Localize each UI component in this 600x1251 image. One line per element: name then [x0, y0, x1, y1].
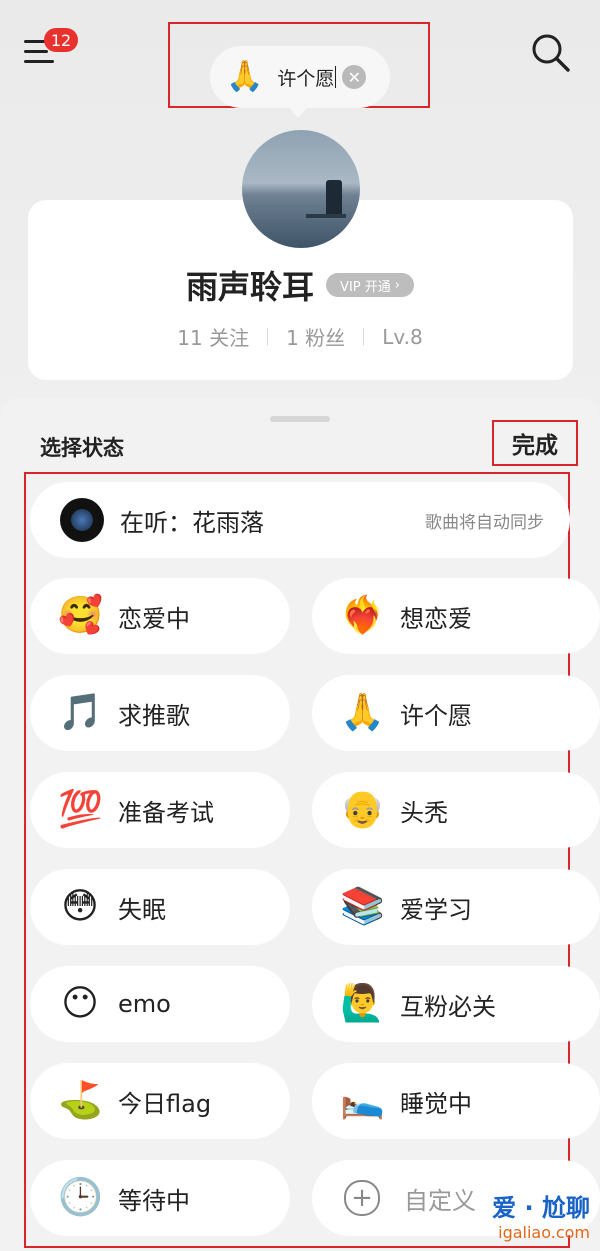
sheet-title: 选择状态: [40, 436, 124, 460]
bubble-tail: [286, 104, 310, 118]
status-item-waiting[interactable]: 🕒 等待中: [30, 1160, 290, 1236]
status-item-sleeping[interactable]: 🛌 睡觉中: [312, 1063, 600, 1139]
status-label: 求推歌: [118, 701, 190, 730]
status-item-make-wish[interactable]: 🙏 许个愿: [312, 675, 600, 751]
now-playing-status[interactable]: 在听：花雨落 歌曲将自动同步: [30, 482, 570, 558]
books-icon: 📚: [340, 886, 385, 927]
followers-count[interactable]: 1 粉丝: [286, 322, 345, 351]
chevron-right-icon: ›: [394, 277, 400, 293]
status-label: 等待中: [118, 1186, 190, 1215]
watermark-title: 爱 · 尬聊: [492, 1194, 590, 1222]
sync-hint: 歌曲将自动同步: [425, 512, 544, 533]
status-item-bald[interactable]: 👴 头秃: [312, 772, 600, 848]
music-note-icon: 🎵: [58, 692, 103, 733]
watermark-url: igaliao.com: [498, 1223, 590, 1242]
flushed-face-icon: 😳: [61, 886, 99, 927]
status-item-follow-back[interactable]: 🙋‍♂️ 互粉必关: [312, 966, 600, 1042]
clock-icon: 🕒: [58, 1177, 103, 1218]
watermark: 爱 · 尬聊 igaliao.com: [440, 1182, 600, 1248]
status-label: 许个愿: [400, 701, 472, 730]
status-item-in-love[interactable]: 🥰 恋爱中: [30, 578, 290, 654]
avatar[interactable]: [242, 130, 360, 248]
raising-hand-icon: 🙋‍♂️: [340, 983, 385, 1024]
pray-icon: 🙏: [340, 692, 385, 733]
status-label: 互粉必关: [400, 992, 496, 1021]
bed-icon: 🛌: [340, 1080, 385, 1121]
status-label: 想恋爱: [400, 604, 472, 633]
sheet-drag-handle[interactable]: [270, 416, 330, 422]
plus-icon: +: [344, 1180, 380, 1216]
status-label: 恋爱中: [118, 604, 190, 633]
now-playing-label: 在听：花雨落: [120, 508, 264, 537]
done-button[interactable]: 完成: [492, 420, 578, 466]
status-label: 爱学习: [400, 895, 472, 924]
level-label[interactable]: Lv.8: [382, 325, 423, 349]
search-icon: [532, 34, 570, 72]
status-item-ask-songs[interactable]: 🎵 求推歌: [30, 675, 290, 751]
hundred-points-icon: 💯: [58, 789, 103, 830]
status-label: 准备考试: [118, 798, 214, 827]
status-label: 睡觉中: [400, 1089, 472, 1118]
status-item-want-love[interactable]: ❤️‍🔥 想恋爱: [312, 578, 600, 654]
status-label: 今日flag: [118, 1089, 212, 1118]
text-caret: [335, 66, 337, 88]
pray-icon: 🙏: [226, 59, 264, 94]
status-bubble-text: 许个愿: [277, 67, 335, 90]
heart-on-fire-icon: ❤️‍🔥: [340, 595, 385, 636]
vip-badge-label: VIP 开通: [340, 279, 391, 295]
vip-badge[interactable]: VIP 开通 ›: [326, 273, 414, 297]
old-man-icon: 👴: [340, 789, 385, 830]
status-label: 失眠: [118, 895, 166, 924]
username: 雨声聆耳: [186, 268, 315, 306]
status-item-exam-prep[interactable]: 💯 准备考试: [30, 772, 290, 848]
vinyl-icon: [60, 498, 104, 542]
golf-flag-icon: ⛳: [58, 1080, 103, 1121]
smiling-hearts-icon: 🥰: [58, 595, 103, 636]
status-bubble[interactable]: 🙏 许个愿 ✕: [210, 46, 390, 108]
status-label: 头秃: [400, 798, 448, 827]
following-count[interactable]: 11 关注: [177, 322, 249, 351]
no-mouth-face-icon: 😶: [61, 983, 99, 1024]
status-item-emo[interactable]: 😶 emo: [30, 966, 290, 1042]
status-label: emo: [118, 990, 171, 1018]
notification-badge: 12: [44, 28, 78, 52]
profile-stats: 11 关注 1 粉丝 Lv.8: [0, 322, 600, 351]
status-item-insomnia[interactable]: 😳 失眠: [30, 869, 290, 945]
search-button[interactable]: [528, 30, 572, 74]
status-item-studying[interactable]: 📚 爱学习: [312, 869, 600, 945]
clear-icon[interactable]: ✕: [342, 65, 367, 89]
status-item-daily-flag[interactable]: ⛳ 今日flag: [30, 1063, 290, 1139]
